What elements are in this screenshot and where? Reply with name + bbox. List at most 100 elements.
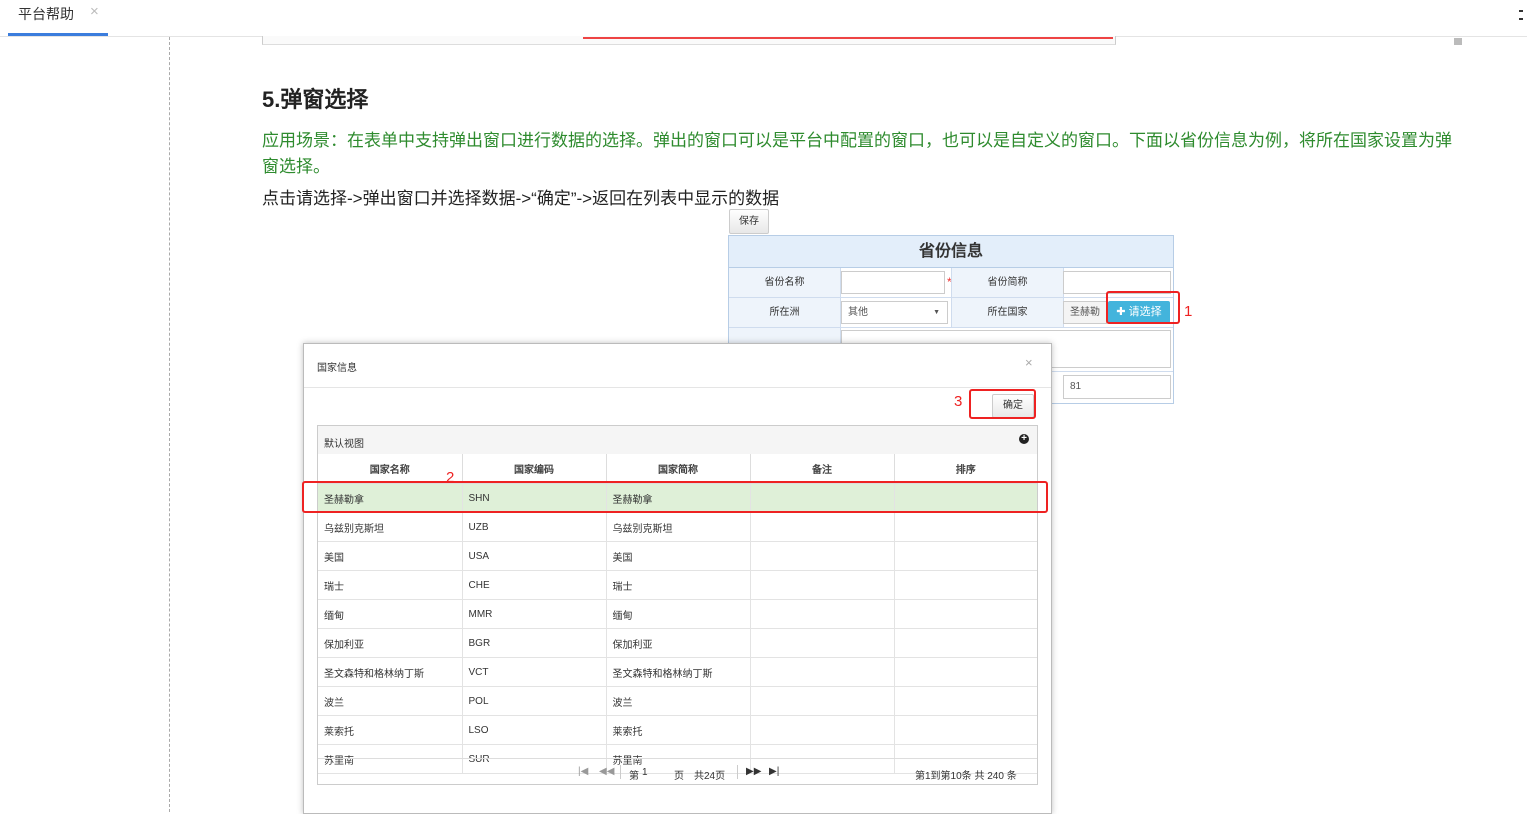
- continent-value: 其他: [848, 307, 868, 318]
- table-row[interactable]: 莱索托 LSO 莱索托: [318, 715, 1037, 745]
- table-cell: [894, 541, 1037, 571]
- form-title: 省份信息: [729, 236, 1173, 268]
- annotation-box-3: [969, 389, 1036, 419]
- table-cell: [750, 512, 895, 542]
- country-value-field: 圣赫勒: [1063, 301, 1107, 324]
- annotation-box-1: [1106, 291, 1180, 324]
- table-cell: USA: [462, 541, 607, 571]
- scenario-text: 应用场景：在表单中支持弹出窗口进行数据的选择。弹出的窗口可以是平台中配置的窗口，…: [262, 131, 1452, 176]
- table-row[interactable]: 缅甸 MMR 缅甸: [318, 599, 1037, 629]
- table-cell: 莱索托: [318, 715, 463, 745]
- table-cell: [894, 686, 1037, 716]
- table-cell: LSO: [462, 715, 607, 745]
- table-cell: [750, 657, 895, 687]
- table-cell: 缅甸: [318, 599, 463, 629]
- tab-bar: [0, 0, 1527, 37]
- table-cell: 保加利亚: [606, 628, 751, 658]
- table-row[interactable]: 乌兹别克斯坦 UZB 乌兹别克斯坦: [318, 512, 1037, 542]
- table-cell: 保加利亚: [318, 628, 463, 658]
- sort-value: 81: [1070, 381, 1082, 392]
- table-cell: 波兰: [606, 686, 751, 716]
- table-cell: VCT: [462, 657, 607, 687]
- grid-toolbar: 默认视图 +: [318, 426, 1037, 455]
- table-cell: [894, 715, 1037, 745]
- pager-separator: [737, 765, 738, 779]
- table-cell: POL: [462, 686, 607, 716]
- first-page-icon[interactable]: |◀: [578, 766, 588, 777]
- table-cell: [750, 686, 895, 716]
- table-cell: [894, 570, 1037, 600]
- table-row[interactable]: 保加利亚 BGR 保加利亚: [318, 628, 1037, 658]
- country-value: 圣赫勒: [1070, 307, 1100, 318]
- page-suffix: 页: [674, 771, 684, 782]
- table-cell: [894, 599, 1037, 629]
- table-row[interactable]: 瑞士 CHE 瑞士: [318, 570, 1037, 600]
- next-page-icon[interactable]: ▶▶: [746, 766, 761, 777]
- table-cell: [750, 599, 895, 629]
- continent-label: 所在洲: [729, 298, 841, 327]
- annotation-number-1: 1: [1184, 303, 1193, 320]
- table-cell: 乌兹别克斯坦: [606, 512, 751, 542]
- prev-page-icon[interactable]: ◀◀: [599, 766, 614, 777]
- annotation-number-2: 2: [446, 469, 455, 486]
- province-name-input[interactable]: [841, 271, 945, 294]
- column-header[interactable]: 排序: [894, 454, 1037, 484]
- table-cell: 莱索托: [606, 715, 751, 745]
- column-header[interactable]: 国家编码: [462, 454, 607, 484]
- pagination-bar: |◀ ◀◀ 第 1 页 共24页 ▶▶ ▶| 第1到第10条 共 240 条: [318, 758, 1037, 785]
- section-heading: 5.弹窗选择: [262, 87, 369, 112]
- sidebar-divider: [169, 37, 170, 812]
- column-header[interactable]: 国家名称: [318, 454, 463, 484]
- column-header[interactable]: 国家简称: [606, 454, 751, 484]
- table-cell: [894, 512, 1037, 542]
- column-header[interactable]: 备注: [750, 454, 895, 484]
- table-cell: [750, 715, 895, 745]
- table-cell: 波兰: [318, 686, 463, 716]
- close-icon[interactable]: ×: [90, 3, 99, 20]
- country-picker-modal: 国家信息 × 确定 默认视图 + 国家名称 国家编码 国家简称 备注 排序 圣赫勒拿 SH…: [303, 343, 1052, 814]
- table-cell: BGR: [462, 628, 607, 658]
- sort-input[interactable]: 81: [1063, 375, 1171, 399]
- table-cell: MMR: [462, 599, 607, 629]
- table-cell: [750, 570, 895, 600]
- modal-title: 国家信息: [317, 363, 357, 374]
- table-cell: [750, 628, 895, 658]
- table-row[interactable]: 波兰 POL 波兰: [318, 686, 1037, 716]
- expand-icon[interactable]: [1519, 10, 1525, 20]
- table-cell: 圣文森特和格林纳丁斯: [318, 657, 463, 687]
- table-cell: CHE: [462, 570, 607, 600]
- total-pages: 共24页: [694, 771, 726, 782]
- last-page-icon[interactable]: ▶|: [769, 766, 779, 777]
- table-cell: UZB: [462, 512, 607, 542]
- province-short-label: 省份简称: [951, 268, 1064, 297]
- continent-select[interactable]: 其他 ▼: [841, 301, 948, 324]
- table-cell: [894, 628, 1037, 658]
- save-button[interactable]: 保存: [729, 209, 769, 234]
- active-tab-indicator: [8, 33, 108, 36]
- close-icon[interactable]: ×: [1025, 355, 1033, 370]
- table-cell: [894, 657, 1037, 687]
- table-cell: 圣文森特和格林纳丁斯: [606, 657, 751, 687]
- province-name-label: 省份名称: [729, 268, 841, 297]
- table-row[interactable]: 圣文森特和格林纳丁斯 VCT 圣文森特和格林纳丁斯: [318, 657, 1037, 687]
- table-cell: 缅甸: [606, 599, 751, 629]
- table-cell: 瑞士: [606, 570, 751, 600]
- table-cell: 瑞士: [318, 570, 463, 600]
- table-row[interactable]: 美国 USA 美国: [318, 541, 1037, 571]
- view-label: 默认视图: [324, 439, 364, 450]
- scrollbar-thumb[interactable]: [1454, 38, 1462, 45]
- table-cell: 美国: [318, 541, 463, 571]
- country-label: 所在国家: [951, 298, 1064, 327]
- pager-separator: [620, 765, 621, 779]
- page-input[interactable]: 1: [642, 767, 672, 778]
- page-prefix: 第: [629, 771, 639, 782]
- annotation-box-2: [302, 481, 1048, 513]
- previous-figure-highlight: [583, 37, 1113, 39]
- add-circle-icon[interactable]: +: [1019, 434, 1029, 444]
- country-grid: 默认视图 + 国家名称 国家编码 国家简称 备注 排序 圣赫勒拿 SHN 圣赫勒拿 乌兹别克斯…: [317, 425, 1038, 785]
- table-cell: [750, 541, 895, 571]
- table-cell: 美国: [606, 541, 751, 571]
- tab-label: 平台帮助: [18, 6, 74, 22]
- table-cell: 乌兹别克斯坦: [318, 512, 463, 542]
- chevron-down-icon: ▼: [933, 309, 940, 316]
